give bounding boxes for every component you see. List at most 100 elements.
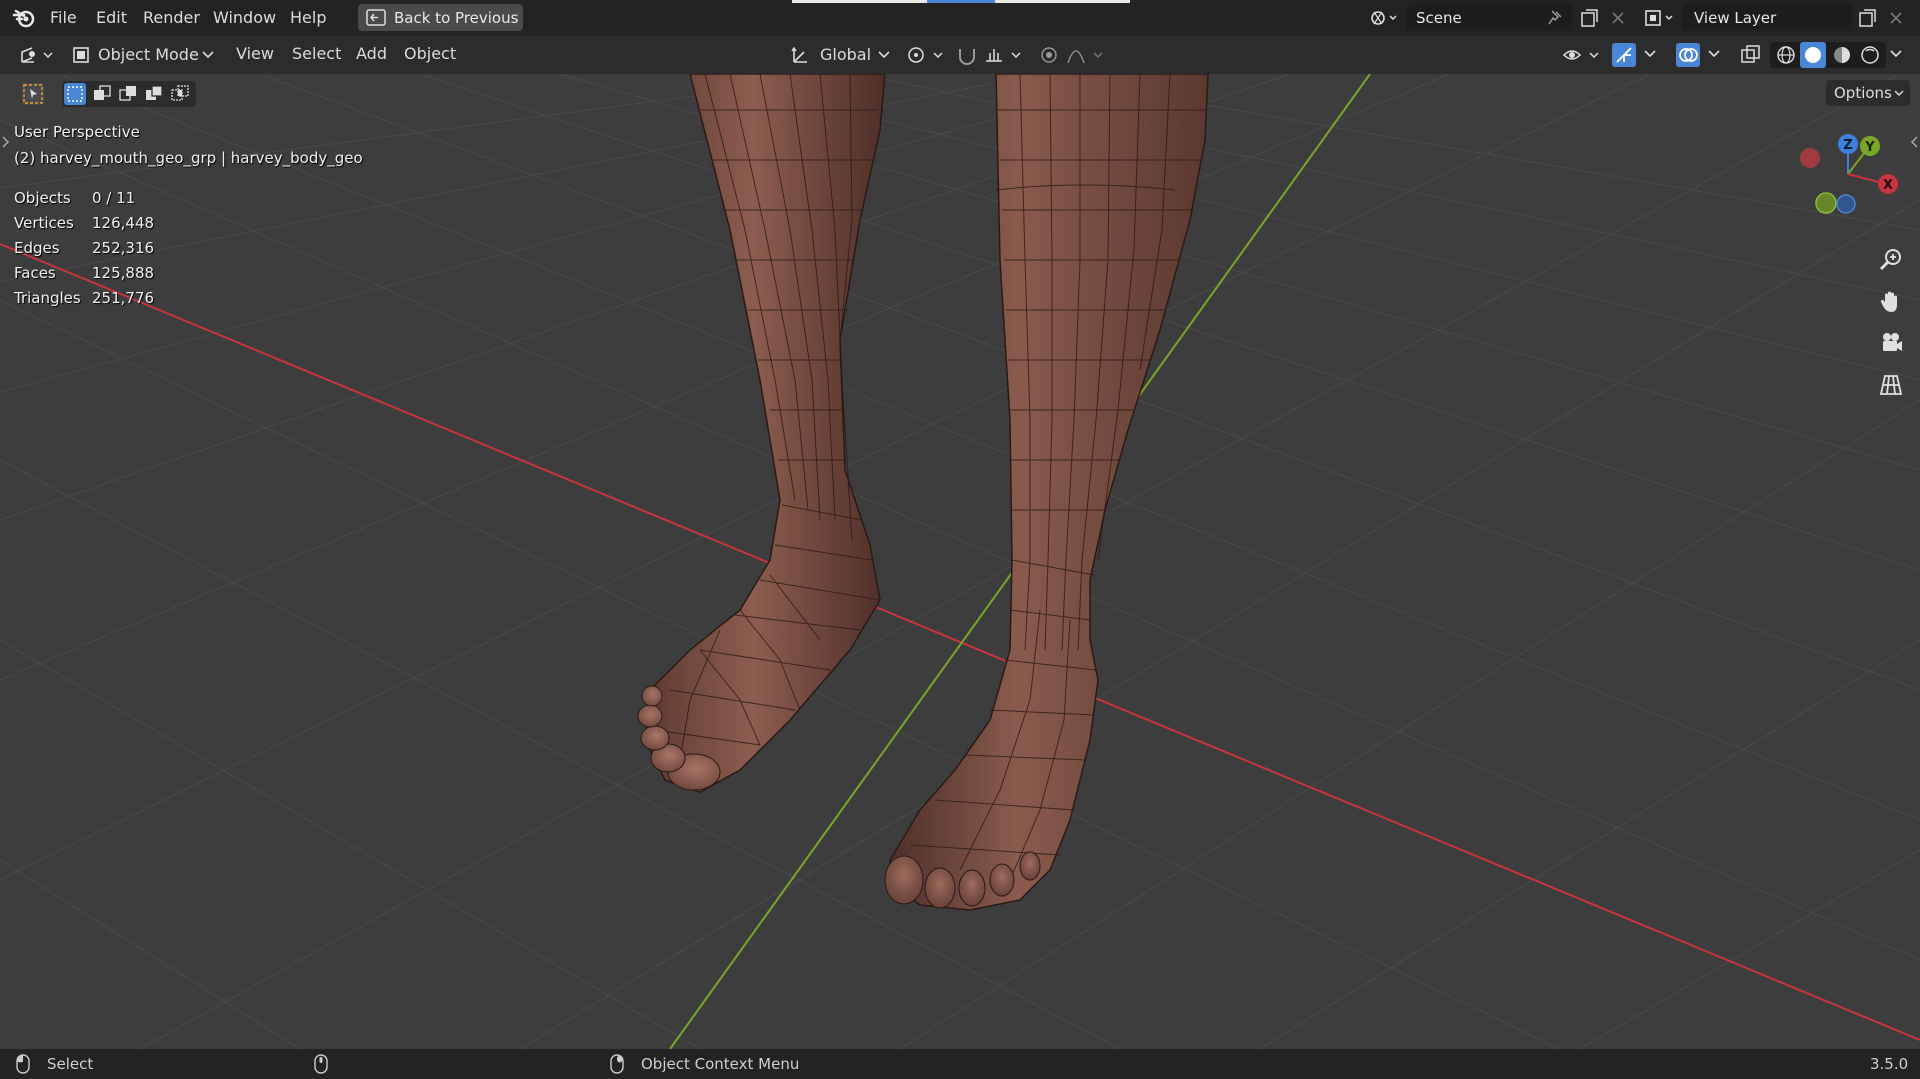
scene-field[interactable]: Scene bbox=[1406, 4, 1572, 31]
chevron-down-icon bbox=[1894, 90, 1904, 96]
transform-orientation-dropdown[interactable]: Global bbox=[786, 41, 894, 69]
stat-label: Objects bbox=[14, 189, 71, 207]
menu-render[interactable]: Render bbox=[143, 8, 200, 27]
gizmo-y-label: Y bbox=[1864, 140, 1875, 155]
object-mode-icon bbox=[73, 47, 89, 63]
mode-label: Object Mode bbox=[98, 45, 199, 64]
wireframe-shading-icon[interactable] bbox=[1776, 45, 1796, 65]
new-scene-icon[interactable] bbox=[1580, 8, 1600, 28]
material-shading-icon[interactable] bbox=[1832, 45, 1852, 65]
pan-button[interactable] bbox=[1876, 286, 1906, 316]
rendered-shading-icon[interactable] bbox=[1860, 45, 1880, 65]
active-workspace-tab[interactable] bbox=[927, 0, 995, 3]
stat-label: Edges bbox=[14, 239, 60, 257]
select-extend-icon[interactable] bbox=[92, 84, 112, 104]
zoom-button[interactable] bbox=[1876, 244, 1906, 274]
stat-label: Triangles bbox=[14, 289, 81, 307]
remove-scene-icon[interactable] bbox=[1610, 10, 1626, 26]
right-leg-mesh[interactable] bbox=[884, 74, 1209, 911]
solid-shading-button[interactable] bbox=[1800, 42, 1826, 68]
select-invert-icon[interactable] bbox=[144, 84, 164, 104]
view-layer-name: View Layer bbox=[1694, 9, 1777, 27]
scene-icon[interactable] bbox=[1370, 8, 1398, 28]
stat-value: 252,316 bbox=[92, 239, 155, 257]
menu-edit[interactable]: Edit bbox=[96, 8, 127, 27]
back-icon bbox=[366, 9, 386, 26]
zoom-icon bbox=[1879, 249, 1901, 271]
overlays-toggle-button[interactable] bbox=[1676, 43, 1700, 67]
top-bar: File Edit Render Window Help Back to Pre… bbox=[0, 0, 1920, 36]
stat-value: 126,448 bbox=[92, 214, 155, 232]
perspective-toggle-button[interactable] bbox=[1876, 370, 1906, 400]
snap-icon[interactable] bbox=[956, 45, 978, 65]
3d-viewport[interactable]: Options User Perspective (2) harvey_mout… bbox=[0, 74, 1920, 1049]
menu-file[interactable]: File bbox=[50, 8, 77, 27]
orientation-icon bbox=[791, 46, 807, 63]
expand-sidebar-arrow-icon[interactable] bbox=[1910, 136, 1918, 148]
chevron-down-icon[interactable] bbox=[1890, 50, 1902, 58]
viewport-scene[interactable] bbox=[0, 74, 1920, 1049]
orientation-label: Global bbox=[820, 45, 872, 64]
selection-mode-group bbox=[62, 81, 196, 107]
stat-label: Faces bbox=[14, 264, 56, 282]
view-layer-field[interactable]: View Layer bbox=[1682, 4, 1852, 31]
grid-perspective-icon bbox=[1879, 375, 1903, 395]
back-to-previous-label: Back to Previous bbox=[394, 9, 519, 27]
camera-icon bbox=[1883, 333, 1902, 351]
menu-window[interactable]: Window bbox=[213, 8, 276, 27]
stat-label: Vertices bbox=[14, 214, 74, 232]
hand-icon bbox=[1880, 291, 1897, 312]
chevron-down-icon[interactable] bbox=[1708, 50, 1720, 58]
editor-type-icon[interactable] bbox=[18, 44, 56, 66]
menu-select[interactable]: Select bbox=[292, 44, 341, 63]
menu-object[interactable]: Object bbox=[404, 44, 456, 63]
chevron-down-icon bbox=[878, 51, 890, 59]
view-layer-icon[interactable] bbox=[1644, 8, 1674, 28]
falloff-icon[interactable] bbox=[1066, 45, 1106, 65]
menu-view[interactable]: View bbox=[236, 44, 274, 63]
left-mouse-icon bbox=[16, 1054, 30, 1074]
gizmo-toggle-button[interactable] bbox=[1612, 43, 1636, 67]
snap-target-icon[interactable] bbox=[984, 45, 1024, 65]
chevron-down-icon bbox=[202, 51, 214, 59]
solid-shading-icon bbox=[1805, 47, 1821, 63]
options-dropdown[interactable]: Options bbox=[1826, 80, 1910, 106]
shading-mode-group bbox=[1770, 42, 1886, 68]
right-mouse-icon bbox=[610, 1054, 624, 1074]
expand-toolbar-arrow-icon[interactable] bbox=[2, 136, 10, 148]
camera-view-button[interactable] bbox=[1876, 328, 1906, 358]
tool-select-button[interactable] bbox=[22, 83, 44, 105]
pivot-point-icon[interactable] bbox=[906, 45, 946, 65]
stat-value: 125,888 bbox=[92, 264, 155, 282]
gizmo-icon bbox=[1616, 47, 1632, 63]
proportional-editing-icon[interactable] bbox=[1038, 45, 1060, 65]
active-object-label: (2) harvey_mouth_geo_grp | harvey_body_g… bbox=[14, 149, 363, 167]
options-label: Options bbox=[1834, 84, 1892, 102]
chevron-down-icon[interactable] bbox=[1644, 50, 1656, 58]
overlays-icon bbox=[1679, 48, 1698, 62]
blender-logo-icon[interactable] bbox=[12, 7, 36, 29]
status-bar: Select Object Context Menu 3.5.0 bbox=[0, 1049, 1920, 1079]
back-to-previous-button[interactable]: Back to Previous bbox=[358, 4, 523, 31]
left-leg-mesh[interactable] bbox=[637, 74, 886, 793]
select-intersect-icon[interactable] bbox=[170, 84, 190, 104]
gizmo-z-label: Z bbox=[1843, 138, 1852, 153]
cursor-icon bbox=[23, 84, 43, 104]
visibility-icon[interactable] bbox=[1562, 45, 1602, 65]
workspace-tabs[interactable] bbox=[792, 0, 1130, 3]
menu-help[interactable]: Help bbox=[290, 8, 326, 27]
gizmo-x-label: X bbox=[1883, 178, 1893, 193]
remove-view-layer-icon[interactable] bbox=[1888, 10, 1904, 26]
menu-add[interactable]: Add bbox=[356, 44, 387, 63]
viewport-header: Object Mode View Select Add Object Globa… bbox=[0, 36, 1920, 74]
mode-dropdown[interactable]: Object Mode bbox=[66, 41, 220, 69]
xray-icon[interactable] bbox=[1740, 44, 1762, 66]
navigation-gizmo[interactable]: Z Y X bbox=[1790, 130, 1910, 230]
new-view-layer-icon[interactable] bbox=[1858, 8, 1878, 28]
select-subtract-icon[interactable] bbox=[118, 84, 138, 104]
select-new-button[interactable] bbox=[64, 83, 86, 105]
perspective-label: User Perspective bbox=[14, 123, 140, 141]
pin-icon[interactable] bbox=[1546, 9, 1564, 27]
x-axis-line bbox=[0, 243, 1920, 1041]
version-label: 3.5.0 bbox=[1870, 1055, 1909, 1073]
